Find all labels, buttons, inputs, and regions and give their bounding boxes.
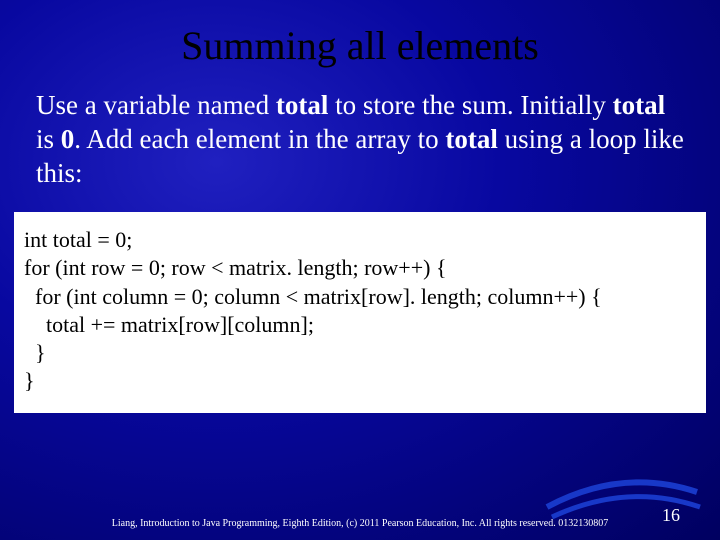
keyword-total: total (613, 90, 665, 120)
code-line: total += matrix[row][column]; (24, 311, 696, 339)
body-text: Use a variable named (36, 90, 276, 120)
keyword-total: total (276, 90, 328, 120)
code-line: for (int column = 0; column < matrix[row… (24, 283, 696, 311)
page-number: 16 (662, 505, 680, 526)
code-line: int total = 0; (24, 226, 696, 254)
code-block: int total = 0; for (int row = 0; row < m… (14, 212, 706, 413)
body-text: . Add each element in the array to (74, 124, 445, 154)
body-text: to store the sum. Initially (328, 90, 612, 120)
code-line: } (24, 367, 696, 395)
body-paragraph: Use a variable named total to store the … (0, 69, 720, 190)
code-line: } (24, 339, 696, 367)
keyword-zero: 0 (61, 124, 75, 154)
footer-citation: Liang, Introduction to Java Programming,… (0, 518, 720, 530)
body-text: is (36, 124, 61, 154)
code-line: for (int row = 0; row < matrix. length; … (24, 254, 696, 282)
keyword-total: total (445, 124, 497, 154)
slide-title: Summing all elements (0, 0, 720, 69)
